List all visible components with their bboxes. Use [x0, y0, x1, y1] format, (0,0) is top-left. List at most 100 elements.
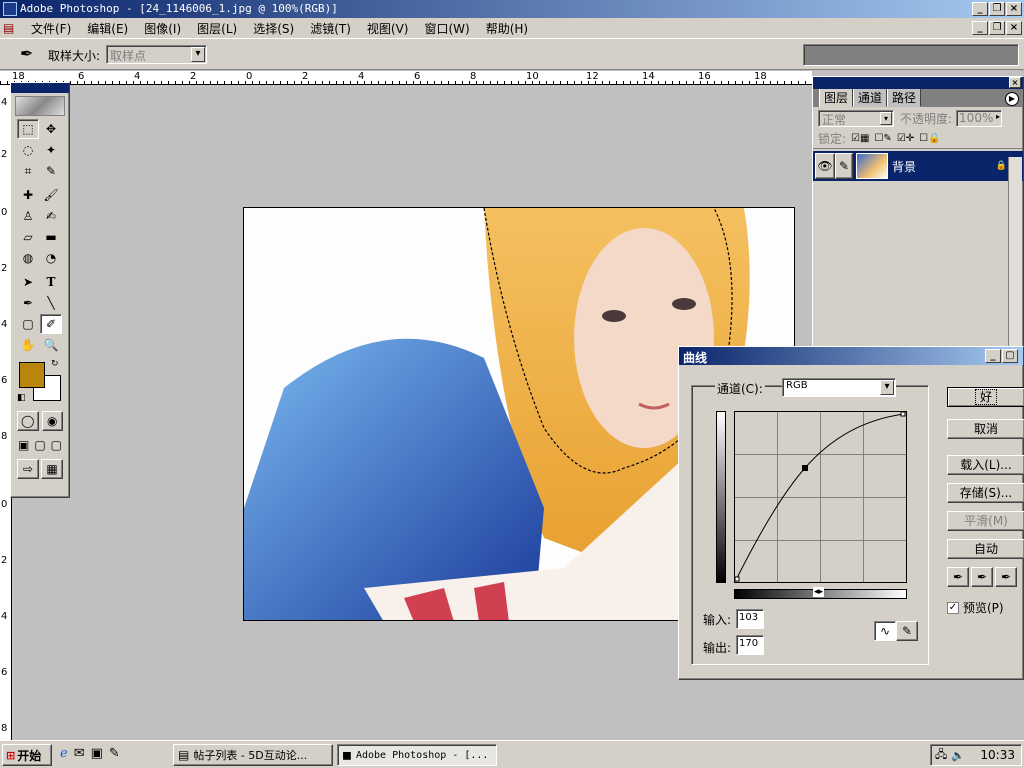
imageready-icon[interactable]: ▦: [41, 459, 63, 479]
start-button[interactable]: ⊞ 开始: [2, 744, 52, 766]
sample-size-select[interactable]: 取样点 ▾: [106, 45, 207, 64]
curve-tool-icon[interactable]: ∿: [874, 621, 896, 641]
taskbar-item-forum[interactable]: ▤ 帖子列表 - 5D互动论...: [173, 744, 333, 766]
standard-mode-icon[interactable]: ◯: [17, 411, 39, 431]
curve-point[interactable]: [802, 465, 808, 471]
opacity-field[interactable]: 100% ▸: [956, 109, 1003, 127]
input-field[interactable]: 103: [736, 609, 764, 629]
palette-well[interactable]: [803, 44, 1019, 66]
notes-tool-icon[interactable]: ▢: [17, 314, 39, 334]
tab-layers[interactable]: 图层: [819, 88, 854, 107]
marquee-tool-icon[interactable]: ⬚: [17, 119, 39, 139]
type-tool-icon[interactable]: T: [40, 272, 62, 292]
taskbar-item-photoshop[interactable]: ◼ Adobe Photoshop - [...: [337, 744, 497, 766]
screen-mode-menu-icon[interactable]: ▢: [32, 435, 47, 455]
quick-mask-mode-icon[interactable]: ◉: [41, 411, 63, 431]
maximize-button[interactable]: ❐: [989, 2, 1005, 16]
gradient-tool-icon[interactable]: ▬: [40, 227, 62, 247]
chevron-down-icon[interactable]: ▾: [191, 47, 205, 62]
preview-checkbox[interactable]: ✓: [947, 601, 959, 614]
default-colors-icon[interactable]: ◧: [17, 393, 26, 403]
close-button[interactable]: ×: [1006, 2, 1022, 16]
cancel-button[interactable]: 取消: [947, 419, 1024, 439]
white-eyedropper-icon[interactable]: ✒: [995, 567, 1017, 587]
hand-tool-icon[interactable]: ✋: [17, 335, 39, 355]
tab-channels[interactable]: 通道: [853, 88, 888, 107]
menu-view[interactable]: 视图(V): [367, 20, 409, 37]
tab-paths[interactable]: 路径: [887, 88, 922, 107]
lock-all-checkbox[interactable]: ☐🔒: [919, 133, 940, 144]
eraser-tool-icon[interactable]: ▱: [17, 227, 39, 247]
auto-button[interactable]: 自动: [947, 539, 1024, 559]
menu-file[interactable]: 文件(F): [31, 20, 71, 37]
lock-image-checkbox[interactable]: ☐✎: [874, 133, 891, 144]
chevron-down-icon[interactable]: ▾: [880, 111, 892, 125]
screen-mode-full-icon[interactable]: ▢: [49, 435, 64, 455]
lock-position-checkbox[interactable]: ☑✛: [897, 133, 914, 144]
menu-layer[interactable]: 图层(L): [197, 20, 237, 37]
eye-icon[interactable]: 👁: [815, 153, 835, 179]
swap-colors-icon[interactable]: ↻: [51, 359, 59, 369]
brush-tool-icon[interactable]: 🖌: [40, 185, 62, 205]
chevron-right-icon[interactable]: ▸: [996, 112, 1000, 121]
zoom-tool-icon[interactable]: 🔍: [40, 335, 62, 355]
clock[interactable]: 10:33: [980, 748, 1015, 762]
output-field[interactable]: 170: [736, 635, 764, 655]
dialog-minimize-button[interactable]: _: [985, 349, 1001, 363]
save-button[interactable]: 存储(S)...: [947, 483, 1024, 503]
outlook-icon[interactable]: ✉: [74, 746, 85, 761]
dialog-maximize-button[interactable]: ▢: [1002, 349, 1018, 363]
move-tool-icon[interactable]: ✥: [40, 119, 62, 139]
minimize-button[interactable]: _: [972, 2, 988, 16]
network-icon[interactable]: 🖧: [935, 746, 947, 765]
blend-mode-select[interactable]: 正常 ▾: [818, 109, 894, 127]
clone-stamp-tool-icon[interactable]: ♙: [17, 206, 39, 226]
menu-window[interactable]: 窗口(W): [424, 20, 469, 37]
jump-to-imageready-icon[interactable]: ⇨: [17, 459, 39, 479]
speaker-icon[interactable]: 🔈: [951, 749, 965, 762]
menu-image[interactable]: 图像(I): [144, 20, 181, 37]
menu-edit[interactable]: 编辑(E): [87, 20, 128, 37]
menu-help[interactable]: 帮助(H): [486, 20, 528, 37]
menu-select[interactable]: 选择(S): [253, 20, 294, 37]
palette-menu-button[interactable]: ▶: [1005, 92, 1019, 106]
blur-tool-icon[interactable]: ◍: [17, 248, 39, 268]
lasso-tool-icon[interactable]: ◌: [17, 140, 39, 160]
line-tool-icon[interactable]: ╲: [40, 293, 62, 313]
load-button[interactable]: 载入(L)...: [947, 455, 1024, 475]
healing-brush-tool-icon[interactable]: ✚: [17, 185, 39, 205]
doc-minimize-button[interactable]: _: [972, 21, 988, 35]
gray-eyedropper-icon[interactable]: ✒: [971, 567, 993, 587]
curves-graph[interactable]: [734, 411, 907, 583]
gradient-toggle-icon[interactable]: ◂▸: [813, 587, 825, 597]
ok-button[interactable]: 好: [947, 387, 1024, 407]
magic-wand-tool-icon[interactable]: ✦: [40, 140, 62, 160]
ruler-top-label: 4: [134, 71, 141, 82]
channel-select[interactable]: RGB ▾: [782, 378, 896, 397]
layers-scrollbar[interactable]: [1008, 157, 1022, 353]
palette-close-button[interactable]: ×: [1009, 77, 1021, 88]
chevron-down-icon[interactable]: ▾: [880, 380, 894, 395]
foreground-color-swatch[interactable]: [19, 362, 45, 388]
doc-restore-button[interactable]: ❐: [989, 21, 1005, 35]
crop-tool-icon[interactable]: ⌗: [17, 161, 39, 181]
dodge-tool-icon[interactable]: ◔: [40, 248, 62, 268]
pen-tool-icon[interactable]: ✒: [17, 293, 39, 313]
layer-row[interactable]: 👁 ✎ 背景 🔒: [813, 151, 1023, 181]
pencil-tool-icon[interactable]: ✎: [896, 621, 918, 641]
doc-close-button[interactable]: ×: [1006, 21, 1022, 35]
black-eyedropper-icon[interactable]: ✒: [947, 567, 969, 587]
ie-icon[interactable]: ℯ: [60, 746, 68, 761]
menu-filter[interactable]: 滤镜(T): [310, 20, 351, 37]
slice-tool-icon[interactable]: ✎: [40, 161, 62, 181]
lock-transparency-checkbox[interactable]: ☑▦: [851, 133, 869, 144]
show-desktop-icon[interactable]: ▣: [91, 746, 103, 761]
screen-mode-standard-icon[interactable]: ▣: [16, 435, 31, 455]
save-button-label: 存储(S)...: [959, 486, 1013, 500]
smooth-button[interactable]: 平滑(M): [947, 511, 1024, 531]
eyedropper-tool-icon[interactable]: ✐: [40, 314, 62, 334]
preview-checkbox-row[interactable]: ✓ 预览(P): [947, 599, 1004, 616]
path-selection-tool-icon[interactable]: ➤: [17, 272, 39, 292]
notepad-icon[interactable]: ✎: [109, 746, 120, 761]
history-brush-tool-icon[interactable]: ✍: [40, 206, 62, 226]
